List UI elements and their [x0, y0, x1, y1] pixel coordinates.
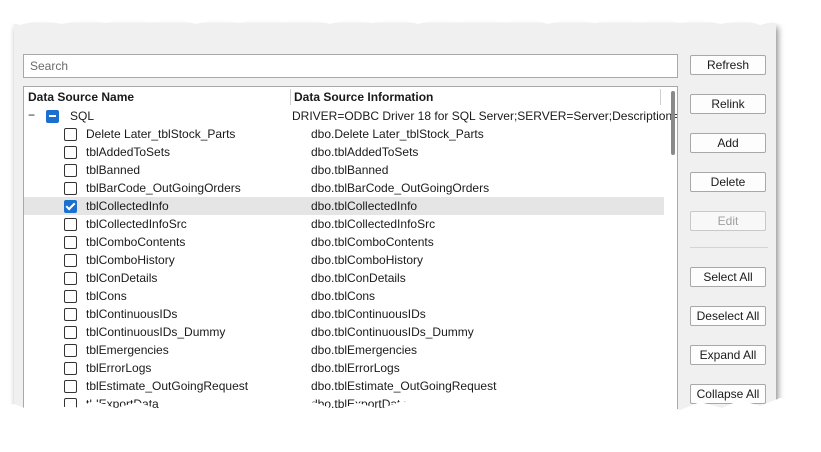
checkbox[interactable]	[64, 254, 77, 267]
row-name: tblEmergencies	[86, 343, 169, 357]
collapse-icon[interactable]: −	[28, 108, 35, 122]
row-name: tblEstimate_OutGoingRequest	[86, 379, 249, 393]
table-row[interactable]: tblContinuousIDs_Dummy dbo.tblContinuousI…	[24, 323, 664, 341]
vertical-scrollbar-thumb[interactable]	[671, 91, 675, 155]
column-header-info[interactable]: Data Source Information	[294, 90, 433, 104]
checked-checkbox[interactable]	[64, 200, 77, 213]
row-info: dbo.tblBanned	[311, 163, 389, 177]
delete-button[interactable]: Delete	[690, 172, 766, 192]
row-info: dbo.tblEmergencies	[311, 343, 418, 357]
checkbox[interactable]	[64, 326, 77, 339]
checkbox[interactable]	[64, 344, 77, 357]
checkbox[interactable]	[64, 272, 77, 285]
linked-table-manager-dialog: Data Source Name Data Source Information…	[14, 24, 776, 416]
add-button[interactable]: Add	[690, 133, 766, 153]
table-row[interactable]: tblBarCode_OutGoingOrders dbo.tblBarCode_…	[24, 179, 664, 197]
partial-checkbox[interactable]	[46, 110, 59, 123]
checkbox[interactable]	[64, 380, 77, 393]
table-row[interactable]: tblComboHistory dbo.tblComboHistory	[24, 251, 664, 269]
refresh-button[interactable]: Refresh	[690, 55, 766, 75]
row-name: tblBarCode_OutGoingOrders	[86, 181, 241, 195]
button-divider	[690, 247, 768, 248]
data-source-grid: Data Source Name Data Source Information…	[23, 86, 678, 416]
deselect-all-button[interactable]: Deselect All	[690, 306, 766, 326]
row-name: tblComboHistory	[86, 253, 175, 267]
row-info: dbo.Delete Later_tblStock_Parts	[311, 127, 484, 141]
row-name: Delete Later_tblStock_Parts	[86, 127, 236, 141]
checkbox[interactable]	[64, 128, 77, 141]
checkbox[interactable]	[64, 362, 77, 375]
table-row[interactable]: tblBanned dbo.tblBanned	[24, 161, 664, 179]
row-info: dbo.tblConDetails	[311, 271, 406, 285]
row-info: dbo.tblComboHistory	[311, 253, 424, 267]
grid-rows: − SQL DRIVER=ODBC Driver 18 for SQL Serv…	[24, 107, 677, 413]
checkbox[interactable]	[64, 164, 77, 177]
row-info: dbo.tblBarCode_OutGoingOrders	[311, 181, 490, 195]
row-name: tblConDetails	[86, 271, 158, 285]
row-name: tblCollectedInfoSrc	[86, 217, 187, 231]
select-all-button[interactable]: Select All	[690, 267, 766, 287]
table-row[interactable]: tblEmergencies dbo.tblEmergencies	[24, 341, 664, 359]
row-info: dbo.tblCons	[311, 289, 376, 303]
table-row[interactable]: tblErrorLogs dbo.tblErrorLogs	[24, 359, 664, 377]
row-name: tblContinuousIDs	[86, 307, 178, 321]
row-info: dbo.tblErrorLogs	[311, 361, 400, 375]
row-info: dbo.tblContinuousIDs	[311, 307, 426, 321]
checkbox[interactable]	[64, 236, 77, 249]
column-separator[interactable]	[660, 89, 661, 105]
row-name: tblComboContents	[86, 235, 186, 249]
table-row[interactable]: tblCollectedInfoSrc dbo.tblCollectedInfoS…	[24, 215, 664, 233]
row-name: tblAddedToSets	[86, 145, 171, 159]
row-name: tblErrorLogs	[86, 361, 152, 375]
column-separator[interactable]	[290, 89, 291, 105]
root-info: DRIVER=ODBC Driver 18 for SQL Server;SER…	[292, 109, 678, 123]
row-name: tblBanned	[86, 163, 141, 177]
checkbox[interactable]	[64, 290, 77, 303]
table-row[interactable]: tblEstimate_OutGoingRequest dbo.tblEstima…	[24, 377, 664, 395]
expand-all-button[interactable]: Expand All	[690, 345, 766, 365]
edit-button: Edit	[690, 211, 766, 231]
table-row[interactable]: tblCollectedInfo dbo.tblCollectedInfo	[24, 197, 664, 215]
checkbox[interactable]	[64, 146, 77, 159]
table-row[interactable]: tblAddedToSets dbo.tblAddedToSets	[24, 143, 664, 161]
table-row[interactable]: tblCons dbo.tblCons	[24, 287, 664, 305]
row-info: dbo.tblCollectedInfo	[311, 199, 418, 213]
table-row[interactable]: tblContinuousIDs dbo.tblContinuousIDs	[24, 305, 664, 323]
checkbox[interactable]	[64, 182, 77, 195]
grid-header: Data Source Name Data Source Information	[24, 87, 664, 107]
row-info: dbo.tblAddedToSets	[311, 145, 419, 159]
row-info: dbo.tblEstimate_OutGoingRequest	[311, 379, 497, 393]
root-name: SQL	[70, 109, 95, 123]
row-name: tblCons	[86, 289, 127, 303]
table-row[interactable]: tblComboContents dbo.tblComboContents	[24, 233, 664, 251]
row-info: dbo.tblContinuousIDs_Dummy	[311, 325, 474, 339]
row-name: tblContinuousIDs_Dummy	[86, 325, 226, 339]
table-row[interactable]: tblConDetails dbo.tblConDetails	[24, 269, 664, 287]
row-info: dbo.tblComboContents	[311, 235, 434, 249]
torn-edge-bottom	[0, 394, 821, 452]
torn-edge-top	[0, 0, 821, 26]
column-header-name[interactable]: Data Source Name	[28, 90, 134, 104]
row-info: dbo.tblCollectedInfoSrc	[311, 217, 436, 231]
tree-root-row[interactable]: − SQL DRIVER=ODBC Driver 18 for SQL Serv…	[24, 107, 677, 125]
checkbox[interactable]	[64, 308, 77, 321]
table-row[interactable]: Delete Later_tblStock_Parts dbo.Delete La…	[24, 125, 664, 143]
checkbox[interactable]	[64, 218, 77, 231]
relink-button[interactable]: Relink	[690, 94, 766, 114]
row-name: tblCollectedInfo	[86, 199, 169, 213]
search-input[interactable]	[23, 54, 678, 78]
